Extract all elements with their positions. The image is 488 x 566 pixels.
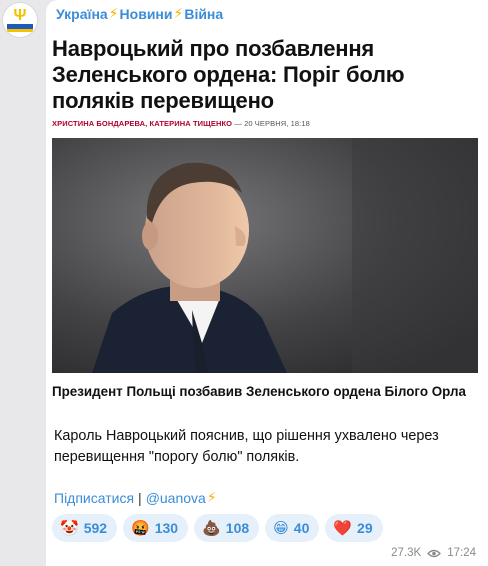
reaction-count: 592 bbox=[83, 520, 108, 536]
flag-yellow-stripe bbox=[7, 28, 33, 32]
article-date: — 20 ЧЕРВНЯ, 18:18 bbox=[234, 119, 310, 128]
grin-face-icon: 😁 bbox=[273, 520, 289, 537]
trident-icon: Ψ bbox=[13, 6, 27, 24]
reaction-count: 130 bbox=[154, 520, 179, 536]
clown-icon: 🤡 bbox=[60, 520, 79, 537]
reactions-bar: 🤡 592 🤬 130 💩 108 😁 40 ❤️ 29 bbox=[52, 514, 383, 542]
reaction-heart[interactable]: ❤️ 29 bbox=[325, 514, 383, 542]
channel-name-part: Новини bbox=[119, 5, 173, 22]
channel-name-part: Війна bbox=[184, 5, 224, 22]
portrait-illustration bbox=[52, 138, 478, 373]
channel-name[interactable]: Україна ⚡ Новини ⚡ Війна bbox=[56, 5, 223, 22]
lightning-icon: ⚡ bbox=[108, 5, 119, 21]
article-authors: ХРИСТИНА БОНДАРЕВА, КАТЕРИНА ТИЩЕНКО bbox=[52, 119, 233, 128]
message-time: 17:24 bbox=[447, 547, 476, 559]
reaction-poop[interactable]: 💩 108 bbox=[194, 514, 260, 542]
lightning-icon: ⚡ bbox=[173, 5, 184, 21]
reaction-grin[interactable]: 😁 40 bbox=[265, 514, 320, 542]
reaction-angry[interactable]: 🤬 130 bbox=[123, 514, 189, 542]
link-separator: | bbox=[138, 489, 142, 506]
view-count: 27.3K bbox=[391, 547, 422, 559]
post-description: Кароль Навроцький пояснив, що рішення ух… bbox=[54, 428, 439, 465]
article-title: Навроцький про позбавлення Зеленського о… bbox=[52, 36, 405, 113]
channel-name-part: Україна bbox=[56, 5, 108, 22]
reaction-count: 29 bbox=[357, 520, 373, 536]
article-photo[interactable] bbox=[52, 138, 478, 373]
reaction-count: 108 bbox=[225, 520, 250, 536]
lightning-icon: ⚡ bbox=[206, 489, 217, 505]
angry-face-icon: 🤬 bbox=[131, 520, 150, 537]
post-caption: Президент Польщі позбавив Зеленського ор… bbox=[52, 384, 466, 399]
poop-icon: 💩 bbox=[202, 520, 221, 537]
message-meta: 27.3K 17:24 bbox=[391, 547, 476, 559]
article-byline: ХРИСТИНА БОНДАРЕВА, КАТЕРИНА ТИЩЕНКО — 2… bbox=[52, 119, 310, 128]
heart-icon: ❤️ bbox=[333, 520, 353, 537]
reaction-clown[interactable]: 🤡 592 bbox=[52, 514, 118, 542]
message-bubble: Україна ⚡ Новини ⚡ Війна Навроцький про позб… bbox=[46, 0, 488, 566]
channel-avatar[interactable]: Ψ bbox=[2, 2, 38, 38]
channel-handle-link[interactable]: @uanova bbox=[146, 490, 206, 506]
eye-icon bbox=[427, 549, 442, 557]
reaction-count: 40 bbox=[293, 520, 310, 536]
post-links: Підписатися | @uanova ⚡ bbox=[54, 489, 218, 506]
subscribe-link[interactable]: Підписатися bbox=[54, 490, 134, 506]
